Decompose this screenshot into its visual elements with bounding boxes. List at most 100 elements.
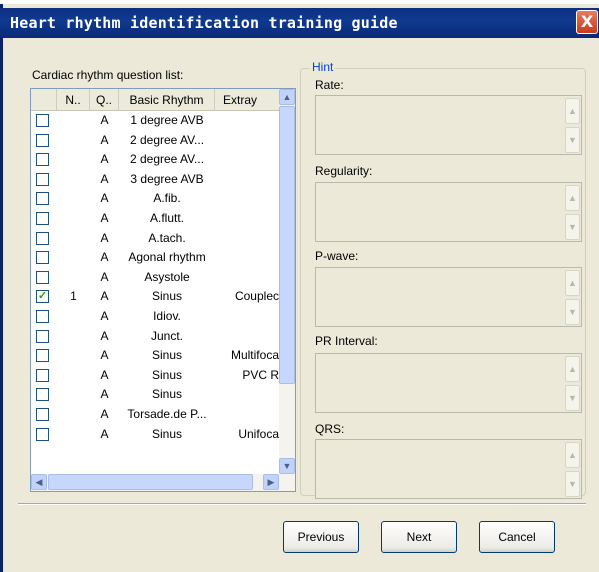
row-basic-rhythm: Torsade.de P... [127,406,207,421]
cancel-button[interactable]: Cancel [479,521,555,553]
row-number [57,150,90,170]
question-list[interactable]: N.. Q.. Basic Rhythm Extray A 1 degree AV… [30,88,296,492]
row-number: 1 [70,289,77,304]
title-bar[interactable]: Heart rhythm identification training gui… [0,8,599,38]
next-button[interactable]: Next [381,521,457,553]
row-question: A [100,210,109,225]
pr-interval-scroll-up-icon[interactable]: ▲ [565,356,580,382]
row-checkbox[interactable]: ✓ [36,290,49,304]
regularity-label: Regularity: [315,164,373,178]
regularity-scroll-down-icon[interactable]: ▼ [565,214,580,240]
horizontal-scroll-thumb[interactable] [48,474,253,490]
row-basic-rhythm: Idiov. [153,308,181,323]
row-extra [215,209,281,229]
table-row[interactable]: A Agonal rhythm [31,248,281,268]
row-extra [215,268,281,288]
qrs-scroll-up-icon[interactable]: ▲ [565,442,580,468]
row-checkbox[interactable] [36,172,49,186]
rate-scroll-up-icon[interactable]: ▲ [565,98,580,124]
scroll-left-icon[interactable]: ◀ [31,474,47,490]
table-row[interactable]: ✓ 1 A Sinus Couplec [31,287,281,307]
p-wave-scroll-up-icon[interactable]: ▲ [565,270,580,296]
row-checkbox[interactable] [36,349,49,363]
table-row[interactable]: A Torsade.de P... [31,405,281,425]
vertical-scrollbar[interactable]: ▲ ▼ [279,89,295,475]
table-row[interactable]: A Idiov. [31,307,281,327]
row-question: A [100,171,109,186]
row-number [57,189,90,209]
header-number[interactable]: N.. [57,89,90,111]
regularity-scroll-up-icon[interactable]: ▲ [565,185,580,211]
scroll-right-icon[interactable]: ▶ [263,474,279,490]
table-row[interactable]: A Junct. [31,327,281,347]
horizontal-scrollbar[interactable]: ◀ ▶ [31,474,295,491]
row-checkbox[interactable] [36,309,49,323]
table-row[interactable]: A Sinus Multifoca [31,346,281,366]
row-basic-rhythm: A.fib. [153,191,181,206]
header-basic-rhythm[interactable]: Basic Rhythm [119,89,215,111]
list-header: N.. Q.. Basic Rhythm Extray [31,89,281,111]
table-row[interactable]: A 1 degree AVB [31,111,281,131]
table-row[interactable]: A 3 degree AVB [31,170,281,190]
scroll-down-icon[interactable]: ▼ [279,458,295,474]
table-row[interactable]: A Sinus PVC R [31,366,281,386]
row-checkbox[interactable] [36,211,49,225]
rate-field[interactable]: ▲ ▼ [315,95,582,155]
rate-scroll-down-icon[interactable]: ▼ [565,127,580,153]
row-basic-rhythm: Agonal rhythm [128,250,206,265]
row-number [57,170,90,190]
pr-interval-label: PR Interval: [315,334,378,348]
row-extra [215,405,281,425]
scroll-up-icon[interactable]: ▲ [279,89,295,105]
header-question[interactable]: Q.. [90,89,119,111]
row-question: A [100,308,109,323]
row-basic-rhythm: Sinus [151,387,183,402]
row-checkbox[interactable] [36,114,49,127]
table-row[interactable]: A 2 degree AV... [31,150,281,170]
pr-interval-field[interactable]: ▲ ▼ [315,353,582,413]
row-checkbox[interactable] [36,251,49,265]
close-button[interactable]: X [576,10,598,34]
row-checkbox[interactable] [36,388,49,402]
table-row[interactable]: A A.fib. [31,189,281,209]
row-checkbox[interactable] [36,270,49,284]
regularity-field[interactable]: ▲ ▼ [315,182,582,242]
header-check-column[interactable] [31,89,57,111]
p-wave-scroll-down-icon[interactable]: ▼ [565,299,580,325]
row-question: A [100,426,109,441]
row-question: A [100,113,109,127]
vertical-scroll-thumb[interactable] [279,106,295,384]
row-basic-rhythm: 1 degree AVB [130,113,204,127]
table-row[interactable]: A A.tach. [31,229,281,249]
row-checkbox[interactable] [36,427,49,441]
row-checkbox[interactable] [36,368,49,382]
row-checkbox[interactable] [36,133,49,147]
row-extra: Couplec [234,289,279,304]
row-question: A [100,269,109,284]
qrs-scroll-down-icon[interactable]: ▼ [565,471,580,497]
table-row[interactable]: A A.flutt. [31,209,281,229]
row-checkbox[interactable] [36,192,49,206]
row-question: A [100,348,109,363]
row-checkbox[interactable] [36,153,49,167]
table-row[interactable]: A Asystole [31,268,281,288]
row-checkbox[interactable] [36,407,49,421]
row-basic-rhythm: Sinus [151,367,183,382]
row-basic-rhythm: 2 degree AV... [129,132,205,147]
row-basic-rhythm: Sinus [151,348,183,363]
window-title: Heart rhythm identification training gui… [10,14,398,32]
row-checkbox[interactable] [36,329,49,343]
row-extra [215,385,281,405]
pr-interval-scroll-down-icon[interactable]: ▼ [565,385,580,411]
row-number [57,346,90,366]
row-basic-rhythm: 2 degree AV... [129,152,205,167]
qrs-field[interactable]: ▲ ▼ [315,439,582,499]
previous-button[interactable]: Previous [283,521,359,553]
table-row[interactable]: A 2 degree AV... [31,131,281,151]
table-row[interactable]: A Sinus [31,385,281,405]
p-wave-field[interactable]: ▲ ▼ [315,267,582,327]
row-extra: Multifoca [230,348,279,363]
row-checkbox[interactable] [36,231,49,245]
table-row[interactable]: A Sinus Unifoca [31,425,281,445]
header-extra[interactable]: Extray [215,89,281,111]
